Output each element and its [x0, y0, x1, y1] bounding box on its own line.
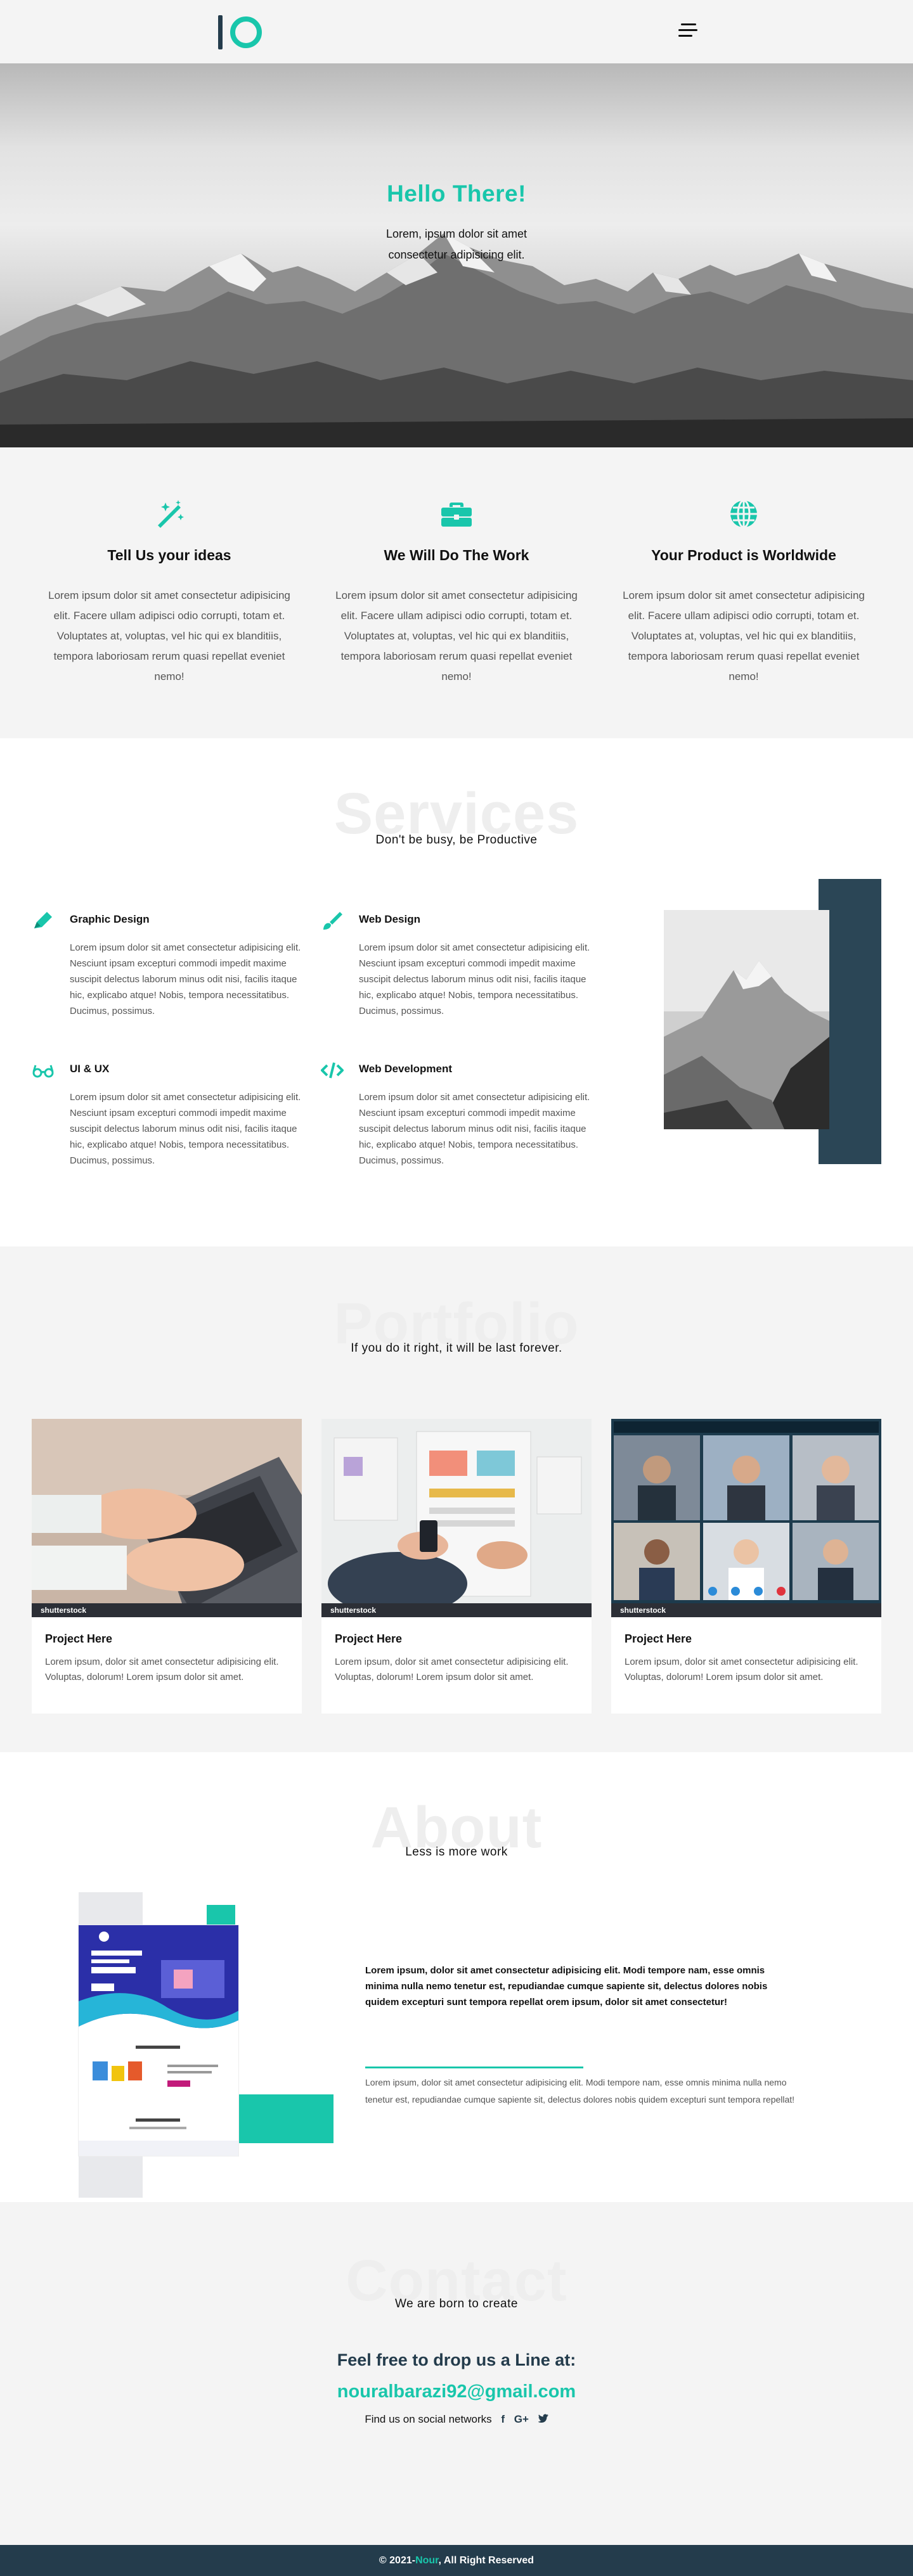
service-title: UI & UX — [70, 1063, 110, 1075]
hero-subtitle: Lorem, ipsum dolor sit amet consectetur … — [385, 227, 528, 261]
service-text: Lorem ipsum dolor sit amet consectetur a… — [359, 942, 590, 1016]
service-title: Web Design — [359, 913, 420, 925]
service-text: Lorem ipsum dolor sit amet consectetur a… — [70, 942, 301, 1016]
social-label: Find us on social networks — [365, 2413, 492, 2425]
services-section: Services Don't be busy, be Productive Gr… — [0, 738, 913, 1246]
site-logo[interactable] — [218, 15, 262, 49]
feature-text: Lorem ipsum dolor sit amet consectetur a… — [48, 589, 290, 682]
site-footer: © 2021-Nour, All Right Reserved — [0, 2545, 913, 2576]
feature-title: Your Product is Worldwide — [651, 547, 836, 563]
logo-bar — [218, 15, 223, 49]
code-icon — [320, 1060, 344, 1080]
project-text: Lorem ipsum, dolor sit amet consectetur … — [45, 1656, 279, 1682]
hero-title: Hello There! — [387, 181, 526, 207]
service-title: Graphic Design — [70, 913, 150, 925]
site-header — [0, 0, 913, 63]
about-teal-accent — [235, 2094, 333, 2143]
facebook-icon[interactable]: f — [501, 2413, 505, 2426]
logo-ring — [230, 16, 262, 48]
project-title: Project Here — [335, 1632, 403, 1645]
feature-item: We Will Do The Work Lorem ipsum dolor si… — [313, 447, 600, 738]
magic-wand-icon — [26, 498, 313, 530]
hero-section: Hello There! Lorem, ipsum dolor sit amet… — [0, 63, 913, 447]
about-divider — [365, 2067, 583, 2068]
project-text: Lorem ipsum, dolor sit amet consectetur … — [335, 1656, 569, 1682]
contact-email-link[interactable]: nouralbarazi92@gmail.com — [0, 2381, 913, 2402]
project-card[interactable]: shutterstock Project Here Lorem ipsum, d… — [32, 1419, 302, 1714]
about-subtitle: Less is more work — [405, 1845, 508, 1859]
globe-icon — [600, 498, 888, 530]
contact-section: Contact We are born to create Feel free … — [0, 2202, 913, 2545]
about-section: About Less is more work Lorem ipsum, dol… — [0, 1752, 913, 2202]
project-title: Project Here — [625, 1632, 692, 1645]
portfolio-section: Portfolio If you do it right, it will be… — [0, 1246, 913, 1752]
about-text: Lorem ipsum, dolor sit amet consectetur … — [365, 2077, 795, 2105]
feature-text: Lorem ipsum dolor sit amet consectetur a… — [335, 589, 578, 682]
pencil-icon — [32, 911, 55, 931]
video-call-photo: shutterstock — [611, 1419, 881, 1617]
ux-wireframe-photo: shutterstock — [321, 1419, 592, 1617]
project-card[interactable]: shutterstock Project Here Lorem ipsum, d… — [611, 1419, 881, 1714]
watermark-label: shutterstock — [330, 1606, 377, 1615]
service-text: Lorem ipsum dolor sit amet consectetur a… — [70, 1092, 301, 1166]
google-plus-icon[interactable]: G+ — [514, 2413, 529, 2426]
twitter-icon[interactable] — [537, 2413, 548, 2426]
portfolio-subtitle: If you do it right, it will be last fore… — [351, 1342, 562, 1355]
services-mountain-photo — [664, 910, 829, 1129]
social-networks: Find us on social networks f G+ — [0, 2413, 913, 2426]
laptop-typing-photo: shutterstock — [32, 1419, 302, 1617]
glasses-icon — [32, 1060, 55, 1080]
briefcase-icon — [313, 498, 600, 530]
feature-item: Tell Us your ideas Lorem ipsum dolor sit… — [26, 447, 313, 738]
footer-prefix: © 2021- — [379, 2555, 416, 2566]
about-bold-text: Lorem ipsum, dolor sit amet consectetur … — [365, 1965, 768, 2008]
features-section: Tell Us your ideas Lorem ipsum dolor sit… — [0, 447, 913, 738]
paint-brush-icon — [321, 911, 344, 931]
services-subtitle: Don't be busy, be Productive — [375, 833, 538, 847]
watermark-label: shutterstock — [41, 1606, 87, 1615]
footer-brand[interactable]: Nour — [415, 2555, 438, 2566]
feature-item: Your Product is Worldwide Lorem ipsum do… — [600, 447, 888, 738]
service-text: Lorem ipsum dolor sit amet consectetur a… — [359, 1092, 590, 1166]
contact-subtitle: We are born to create — [395, 2297, 518, 2310]
project-title: Project Here — [45, 1632, 113, 1645]
feature-title: Tell Us your ideas — [107, 547, 231, 563]
feature-title: We Will Do The Work — [384, 547, 529, 563]
project-card[interactable]: shutterstock Project Here Lorem ipsum, d… — [321, 1419, 592, 1714]
footer-suffix: , All Right Reserved — [438, 2555, 534, 2566]
feature-text: Lorem ipsum dolor sit amet consectetur a… — [623, 589, 865, 682]
hamburger-menu-icon[interactable] — [678, 23, 697, 38]
project-text: Lorem ipsum, dolor sit amet consectetur … — [625, 1656, 858, 1682]
about-website-screenshot — [79, 1925, 238, 2156]
watermark-label: shutterstock — [620, 1606, 666, 1615]
service-title: Web Development — [359, 1063, 453, 1075]
contact-drop-line: Feel free to drop us a Line at: — [337, 2350, 576, 2369]
